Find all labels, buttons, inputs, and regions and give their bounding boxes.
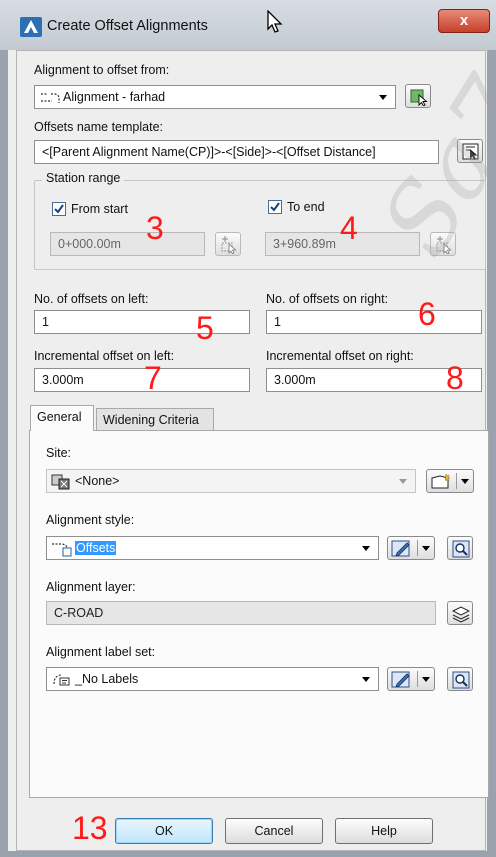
help-button[interactable]: Help [335, 818, 433, 844]
label-set-icon [53, 674, 70, 686]
alignment-style-edit-button[interactable] [387, 536, 435, 560]
alignment-label-set-value: _No Labels [75, 672, 139, 686]
split-separator [417, 540, 418, 556]
site-dropdown[interactable]: <None> [46, 469, 416, 493]
left-incremental-offset-input[interactable]: 3.000m [34, 368, 250, 392]
chevron-down-icon [379, 95, 387, 100]
annotation-number-7: 7 [144, 360, 162, 396]
annotation-number-13: 13 [72, 810, 108, 846]
civil3d-app-icon [20, 17, 42, 37]
cancel-button[interactable]: Cancel [225, 818, 323, 844]
chevron-down-icon[interactable] [422, 677, 430, 682]
ok-button[interactable]: OK [115, 818, 213, 844]
from-start-checkbox[interactable] [52, 202, 66, 216]
pick-point-icon [436, 236, 452, 254]
chevron-down-icon [399, 479, 407, 484]
edit-style-icon [391, 671, 410, 688]
close-icon: x [459, 12, 469, 29]
alignment-style-label: Alignment style: [46, 513, 135, 527]
from-start-label: From start [71, 202, 128, 216]
alignment-label-set-dropdown[interactable]: _No Labels [46, 667, 379, 691]
site-label: Site: [46, 446, 72, 460]
right-offsets-count-input[interactable]: 1 [266, 310, 482, 334]
alignment-from-value: Alignment - farhad [63, 90, 166, 104]
window-title: Create Offset Alignments [47, 18, 208, 34]
chevron-down-icon[interactable] [422, 546, 430, 551]
name-template-input[interactable]: <[Parent Alignment Name(CP)]>-<[Side]>-<… [34, 140, 439, 164]
tab-widening-criteria[interactable]: Widening Criteria [96, 408, 214, 432]
alignment-from-label: Alignment to offset from: [34, 63, 170, 77]
alignment-layer-input[interactable]: C-ROAD [46, 601, 436, 625]
right-offsets-count-label: No. of offsets on right: [266, 292, 389, 306]
chevron-down-icon [362, 677, 370, 682]
annotation-number-8: 8 [446, 360, 464, 396]
alignment-style-value: Offsets [75, 541, 117, 555]
to-end-label: To end [287, 200, 325, 214]
pick-end-station-button[interactable] [430, 232, 456, 256]
site-icon [51, 474, 70, 490]
annotation-number-4: 4 [340, 210, 358, 246]
site-value: <None> [75, 474, 120, 488]
edit-template-icon [462, 143, 479, 160]
label-set-edit-button[interactable] [387, 667, 435, 691]
pick-start-station-button[interactable] [215, 232, 241, 256]
title-bar[interactable]: Create Offset Alignments x [0, 0, 496, 50]
alignment-style-icon [52, 543, 72, 557]
to-end-checkbox[interactable] [268, 200, 282, 214]
from-start-station-input[interactable]: 0+000.00m [50, 232, 205, 256]
mouse-cursor-icon [267, 10, 283, 33]
annotation-number-6: 6 [418, 296, 436, 332]
split-separator [456, 473, 457, 489]
name-template-editor-button[interactable] [457, 139, 483, 163]
chevron-down-icon[interactable] [461, 479, 469, 484]
layers-icon [452, 606, 470, 623]
station-range-group [34, 180, 486, 270]
left-offsets-count-label: No. of offsets on left: [34, 292, 149, 306]
alignment-style-preview-button[interactable] [447, 536, 473, 560]
close-button[interactable]: x [438, 9, 490, 33]
new-site-icon [431, 473, 451, 489]
label-set-preview-button[interactable] [447, 667, 473, 691]
checkmark-icon [54, 204, 64, 214]
preview-magnifier-icon [452, 671, 470, 689]
edit-style-icon [391, 540, 410, 557]
pick-from-drawing-icon [410, 89, 428, 106]
pick-point-icon [221, 236, 237, 254]
split-separator [417, 671, 418, 687]
name-template-label: Offsets name template: [34, 120, 163, 134]
annotation-number-5: 5 [196, 310, 214, 346]
alignment-layer-button[interactable] [447, 601, 473, 625]
annotation-number-3: 3 [146, 210, 164, 246]
alignment-layer-label: Alignment layer: [46, 580, 136, 594]
tab-general[interactable]: General [30, 405, 94, 431]
alignment-from-dropdown[interactable]: Alignment - farhad [34, 85, 396, 109]
alignment-label-set-label: Alignment label set: [46, 645, 156, 659]
checkmark-icon [270, 202, 280, 212]
alignment-style-dropdown[interactable]: Offsets [46, 536, 379, 560]
station-range-legend: Station range [42, 171, 125, 185]
alignment-icon [41, 93, 60, 103]
chevron-down-icon [362, 546, 370, 551]
pick-alignment-button[interactable] [405, 84, 431, 108]
preview-magnifier-icon [452, 540, 470, 558]
right-incremental-offset-label: Incremental offset on right: [266, 349, 414, 363]
create-site-button[interactable] [426, 469, 474, 493]
left-offsets-count-input[interactable]: 1 [34, 310, 250, 334]
